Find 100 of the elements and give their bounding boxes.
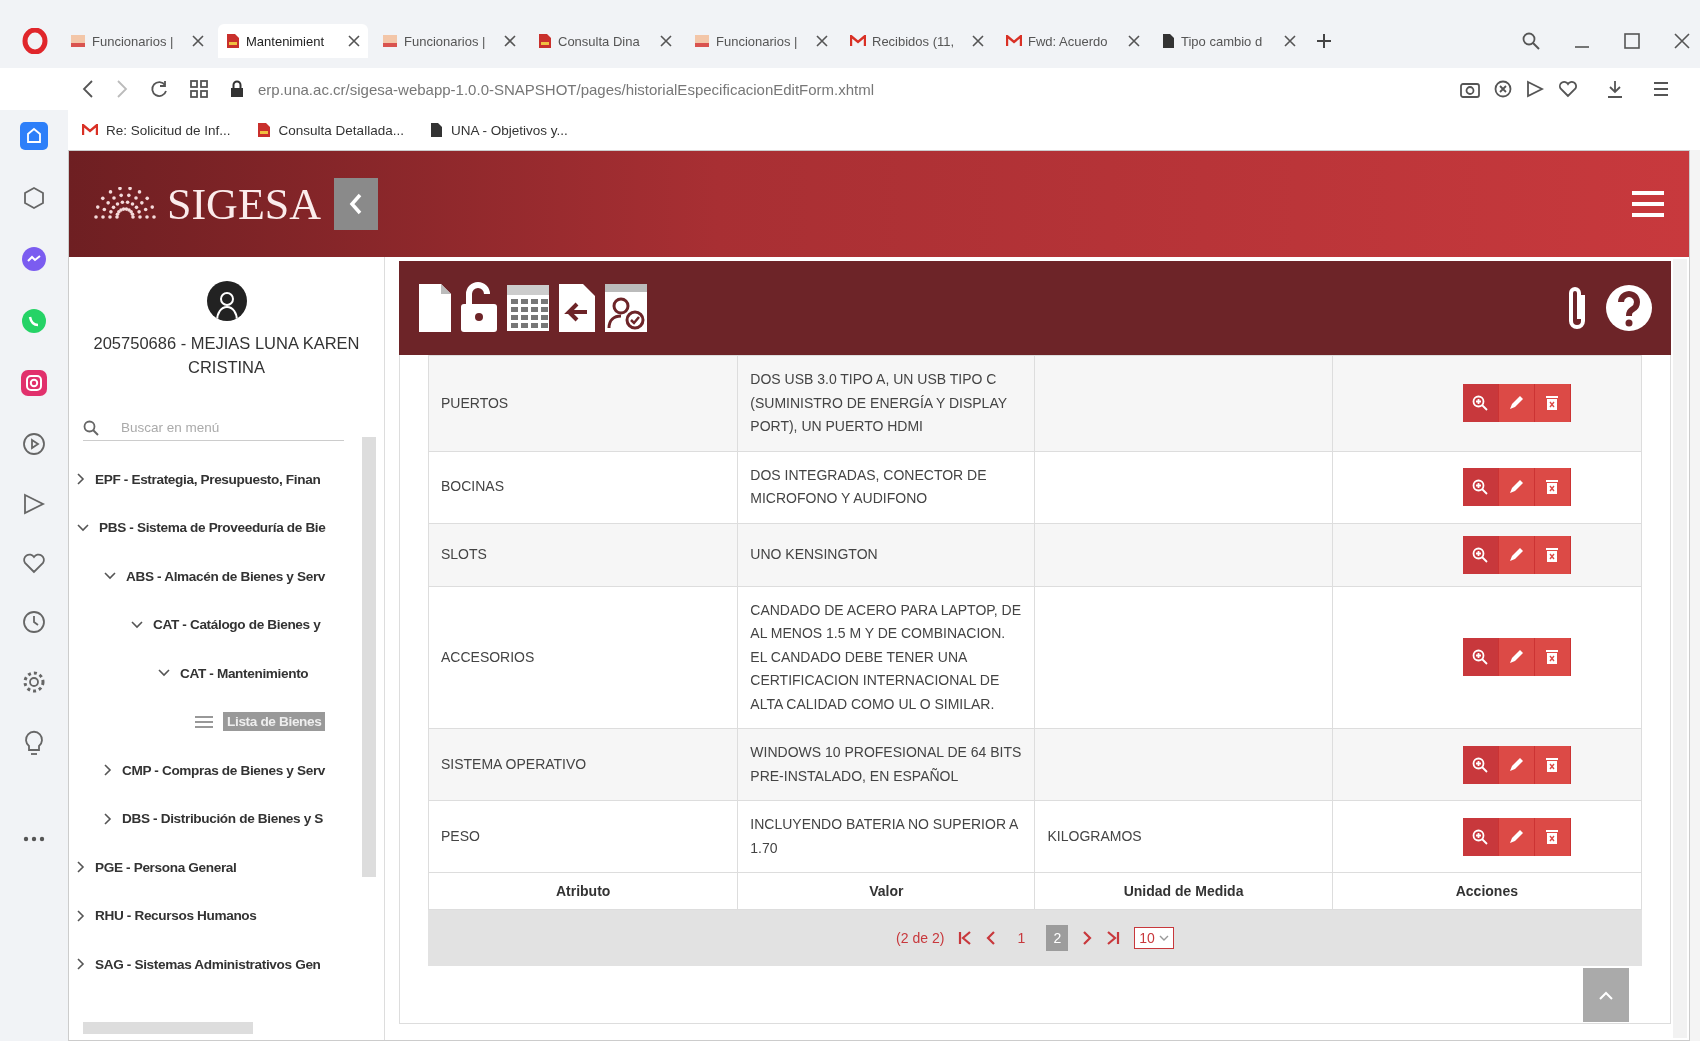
send-icon[interactable] <box>22 492 46 516</box>
page-link[interactable]: 1 <box>1010 925 1033 951</box>
close-icon[interactable] <box>972 35 984 47</box>
search-icon[interactable] <box>1522 32 1540 50</box>
delete-button[interactable] <box>1534 817 1571 856</box>
scrollbar[interactable] <box>362 437 376 877</box>
menu-item[interactable]: CMP - Compras de Bienes y Serv <box>122 762 326 778</box>
browser-tab[interactable]: Funcionarios | <box>62 24 212 58</box>
download-icon[interactable] <box>1606 80 1624 98</box>
chevron-down-icon[interactable] <box>77 523 89 532</box>
browser-tab[interactable]: Funcionarios | <box>374 24 524 58</box>
menu-item[interactable]: ABS - Almacén de Bienes y Serv <box>126 568 326 584</box>
close-icon[interactable] <box>816 35 828 47</box>
send-icon[interactable] <box>1526 80 1544 98</box>
menu-item[interactable]: SAG - Sistemas Administrativos Gen <box>95 956 321 972</box>
user-document-icon[interactable] <box>603 282 649 334</box>
view-button[interactable] <box>1462 384 1499 423</box>
last-page-icon[interactable] <box>1106 931 1121 945</box>
first-page-icon[interactable] <box>958 931 973 945</box>
logo-icon <box>70 33 86 49</box>
view-button[interactable] <box>1462 817 1499 856</box>
chevron-right-icon[interactable] <box>104 764 112 777</box>
bookmark[interactable]: UNA - Objetivos y... <box>429 122 568 138</box>
browser-tab[interactable]: Tipo cambio d <box>1154 24 1304 58</box>
menu-icon[interactable] <box>1652 80 1670 98</box>
menu-search-field[interactable]: Buscar en menú <box>119 419 303 436</box>
block-icon[interactable] <box>1494 80 1512 98</box>
close-icon[interactable] <box>192 35 204 47</box>
close-icon[interactable] <box>660 35 672 47</box>
chevron-right-icon[interactable] <box>77 909 85 922</box>
menu-item[interactable]: PGE - Persona General <box>95 859 237 875</box>
chevron-down-icon[interactable] <box>158 669 170 678</box>
back-icon[interactable] <box>82 80 94 98</box>
cube-icon[interactable] <box>22 186 46 210</box>
view-button[interactable] <box>1462 468 1499 506</box>
settings-icon[interactable] <box>22 670 46 694</box>
browser-tab[interactable]: Fwd: Acuerdo <box>998 24 1148 58</box>
chevron-down-icon[interactable] <box>131 620 143 629</box>
file-arrow-icon[interactable] <box>557 282 597 334</box>
camera-icon[interactable] <box>21 370 47 396</box>
chat-icon[interactable] <box>21 246 47 272</box>
collapse-sidebar-button[interactable] <box>334 178 378 230</box>
bookmark[interactable]: Consulta Detallada... <box>256 122 404 138</box>
edit-button[interactable] <box>1498 817 1535 856</box>
close-icon[interactable] <box>1128 35 1140 47</box>
close-icon[interactable] <box>504 35 516 47</box>
chevron-right-icon[interactable] <box>104 812 112 825</box>
chevron-right-icon[interactable] <box>77 473 85 486</box>
edit-button[interactable] <box>1498 384 1535 423</box>
opera-logo-icon[interactable] <box>22 28 48 54</box>
browser-tab[interactable]: Consulta Dina <box>530 24 680 58</box>
delete-button[interactable] <box>1534 384 1571 423</box>
close-icon[interactable] <box>1284 35 1296 47</box>
edit-button[interactable] <box>1498 745 1535 784</box>
reload-icon[interactable] <box>150 80 168 98</box>
next-page-icon[interactable] <box>1082 931 1093 945</box>
more-icon[interactable] <box>23 836 45 842</box>
heart-icon[interactable] <box>1558 80 1578 98</box>
delete-button[interactable] <box>1534 535 1571 574</box>
menu-item[interactable]: CAT - Mantenimiento <box>180 665 309 681</box>
chevron-down-icon[interactable] <box>104 572 116 581</box>
maximize-icon[interactable] <box>1624 33 1640 49</box>
rows-per-page-dropdown[interactable]: 10 <box>1134 927 1174 949</box>
chevron-right-icon[interactable] <box>77 958 85 971</box>
grid-icon[interactable] <box>190 80 208 98</box>
browser-tab[interactable]: Recibidos (11, <box>842 24 992 58</box>
clock-icon[interactable] <box>22 610 46 634</box>
menu-item[interactable]: RHU - Recursos Humanos <box>95 908 257 924</box>
menu-item[interactable]: PBS - Sistema de Proveeduría de Bie <box>99 520 326 536</box>
home-icon[interactable] <box>20 122 48 150</box>
browser-tab[interactable]: Funcionarios | <box>686 24 836 58</box>
unlock-icon[interactable] <box>459 282 499 334</box>
heart-icon[interactable] <box>22 552 46 574</box>
menu-item[interactable]: EPF - Estrategia, Presupuesto, Finan <box>95 471 321 487</box>
edit-button[interactable] <box>1498 535 1535 574</box>
edit-button[interactable] <box>1498 638 1535 677</box>
scrollbar[interactable] <box>83 1022 253 1034</box>
menu-icon[interactable] <box>1631 190 1665 218</box>
chevron-right-icon[interactable] <box>77 861 85 874</box>
delete-button[interactable] <box>1534 468 1571 506</box>
bookmark[interactable]: Re: Solicitud de Inf... <box>82 122 231 138</box>
menu-item[interactable]: DBS - Distribución de Bienes y S <box>122 811 324 827</box>
new-file-icon[interactable] <box>417 282 453 334</box>
view-button[interactable] <box>1462 638 1499 677</box>
edit-button[interactable] <box>1498 468 1535 506</box>
delete-button[interactable] <box>1534 638 1571 677</box>
close-icon[interactable] <box>348 35 360 47</box>
plus-icon[interactable] <box>1316 33 1332 49</box>
previous-page-icon[interactable] <box>986 931 997 945</box>
lightbulb-icon[interactable] <box>24 730 44 756</box>
menu-item[interactable]: CAT - Catálogo de Bienes y <box>153 617 321 633</box>
calendar-grid-icon[interactable] <box>505 283 551 333</box>
close-icon[interactable] <box>1674 33 1690 49</box>
delete-button[interactable] <box>1534 745 1571 784</box>
view-button[interactable] <box>1462 535 1499 574</box>
browser-tab[interactable]: Mantenimient <box>218 24 368 58</box>
help-icon[interactable] <box>1605 284 1653 332</box>
camera-icon[interactable] <box>1460 80 1480 98</box>
view-button[interactable] <box>1462 745 1499 784</box>
play-icon[interactable] <box>22 432 46 456</box>
